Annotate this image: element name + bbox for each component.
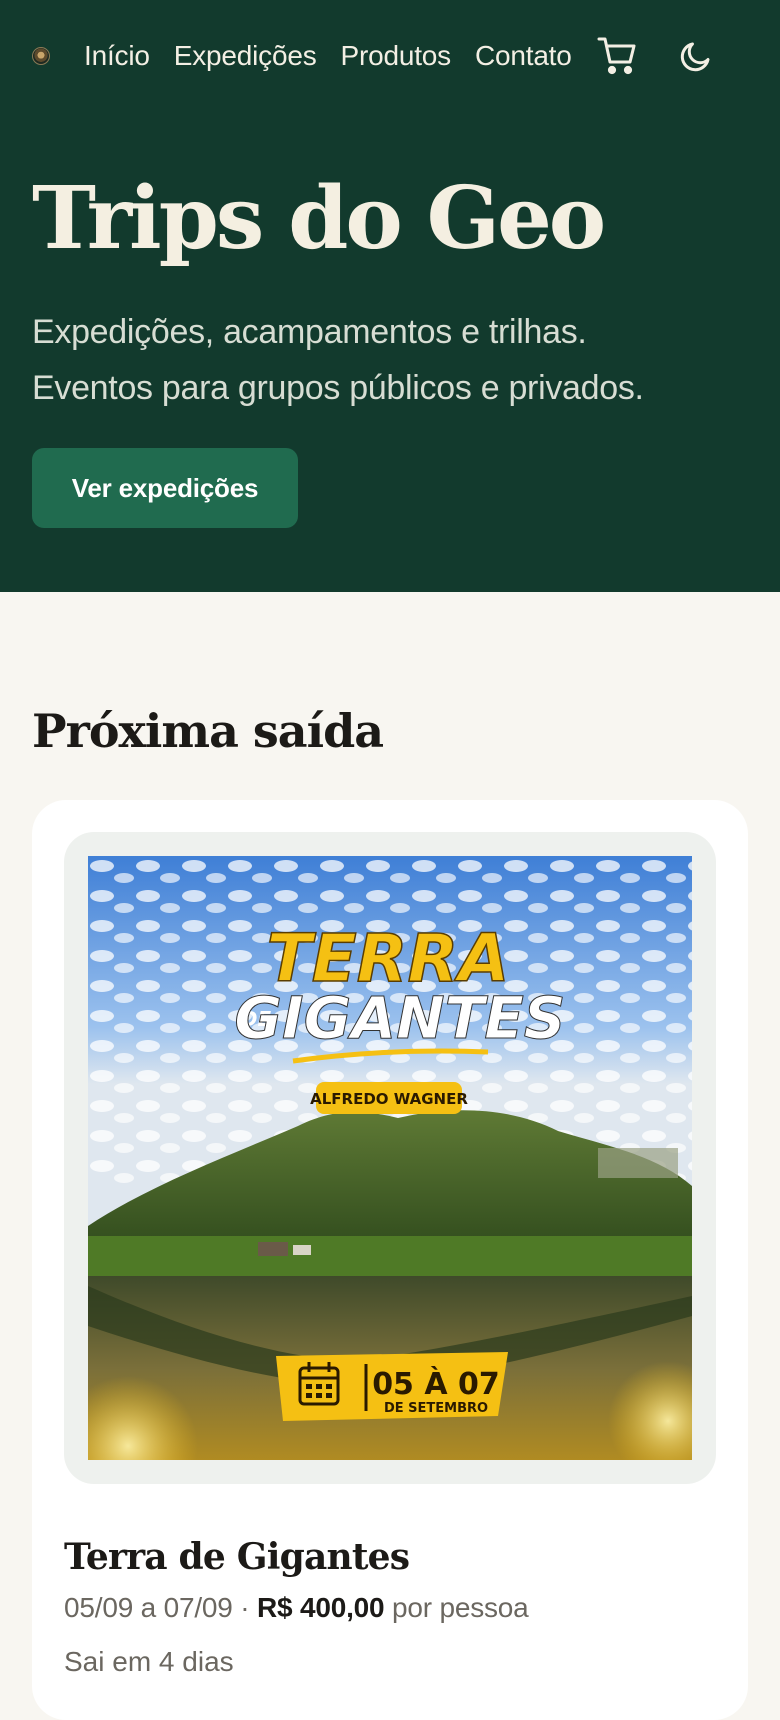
moon-icon[interactable] (674, 34, 718, 78)
hero-section: Início Expedições Produtos Contato Trips… (0, 0, 780, 592)
top-nav: Início Expedições Produtos Contato (32, 30, 748, 82)
trip-poster-image[interactable]: TERRA DE GIGANTES ALFREDO WAGNER 05 À 07… (88, 856, 692, 1460)
nav-link-inicio[interactable]: Início (84, 40, 150, 72)
hero-title: Trips do Geo (32, 168, 606, 269)
trip-dates: 05/09 a 07/09 (64, 1592, 233, 1623)
poster-title-line-2: GIGANTES (234, 984, 565, 1052)
hero-subtitle: Expedições, acampamentos e trilhas. Even… (32, 304, 748, 416)
nav-link-produtos[interactable]: Produtos (341, 40, 452, 72)
logo[interactable] (32, 47, 50, 65)
trip-price-suffix: por pessoa (392, 1592, 529, 1623)
trip-countdown: Sai em 4 dias (64, 1646, 234, 1677)
trip-price: R$ 400,00 (256, 1592, 385, 1623)
meta-separator: · (240, 1592, 250, 1623)
poster-date-range: 05 À 07 (372, 1366, 500, 1402)
nav-link-expedicoes[interactable]: Expedições (174, 40, 317, 72)
hero-subtitle-line-1: Expedições, acampamentos e trilhas. (32, 313, 587, 351)
trip-meta: 05/09 a 07/09 · R$ 400,00 por pessoa (64, 1592, 529, 1624)
hero-subtitle-line-2: Eventos para grupos públicos e privados. (32, 369, 644, 407)
nav-link-contato[interactable]: Contato (475, 40, 572, 72)
cart-icon[interactable] (596, 34, 640, 78)
trip-name[interactable]: Terra de Gigantes (64, 1536, 410, 1578)
poster-month: DE SETEMBRO (384, 1401, 488, 1416)
next-trip-card[interactable]: TERRA DE GIGANTES ALFREDO WAGNER 05 À 07… (32, 800, 748, 1720)
view-expeditions-button[interactable]: Ver expedições (32, 448, 298, 528)
poster-location: ALFREDO WAGNER (310, 1090, 468, 1108)
poster-frame: TERRA DE GIGANTES ALFREDO WAGNER 05 À 07… (64, 832, 716, 1484)
section-title: Próxima saída (32, 704, 384, 758)
